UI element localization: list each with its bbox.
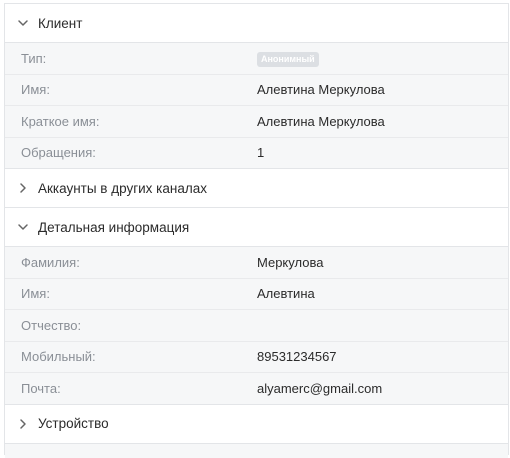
chevron-down-icon — [17, 221, 29, 233]
chevron-right-icon — [17, 418, 29, 430]
field-row-requests: Обращения: 1 — [5, 138, 508, 169]
field-value: Алевтина Меркулова — [257, 113, 385, 129]
section-title-accounts: Аккаунты в других каналах — [38, 180, 207, 196]
field-value: alyamerc@gmail.com — [257, 380, 383, 396]
field-value: Алевтина — [257, 286, 315, 302]
field-row-mobile: Мобильный: 89531234567 — [5, 342, 508, 373]
field-label: Почта: — [21, 380, 61, 396]
field-value: 1 — [257, 145, 265, 161]
section-header-client[interactable]: Клиент — [5, 4, 508, 43]
section-title-client: Клиент — [38, 15, 83, 31]
section-body-details: Фамилия: Меркулова Имя: Алевтина Отчеств… — [5, 247, 508, 405]
field-row-short-name: Краткое имя: Алевтина Меркулова — [5, 106, 508, 138]
panel-bottom-strip — [5, 443, 508, 458]
field-value: 89531234567 — [257, 349, 337, 365]
field-label: Обращения: — [21, 145, 96, 161]
field-label: Имя: — [21, 286, 50, 302]
field-row-email: Почта: alyamerc@gmail.com — [5, 373, 508, 405]
field-row-name: Имя: Алевтина Меркулова — [5, 75, 508, 106]
field-label: Фамилия: — [21, 254, 80, 270]
field-label: Имя: — [21, 82, 50, 98]
field-row-surname: Фамилия: Меркулова — [5, 247, 508, 279]
client-info-panel: Клиент Тип: Анонимный Имя: Алевтина Мерк… — [4, 3, 509, 458]
section-title-device: Устройство — [38, 416, 109, 431]
chevron-right-icon — [17, 182, 29, 194]
field-value: Алевтина Меркулова — [257, 82, 385, 98]
section-header-details[interactable]: Детальная информация — [5, 208, 508, 247]
field-label: Мобильный: — [21, 349, 96, 365]
anonymous-badge: Анонимный — [257, 51, 319, 67]
field-label: Отчество: — [21, 317, 82, 333]
section-header-device[interactable]: Устройство — [5, 404, 508, 444]
field-row-patronymic: Отчество: — [5, 310, 508, 342]
section-title-details: Детальная информация — [38, 219, 190, 235]
field-label: Краткое имя: — [21, 113, 100, 129]
field-value: Анонимный — [257, 50, 319, 67]
section-header-accounts[interactable]: Аккаунты в других каналах — [5, 169, 508, 208]
field-row-first-name: Имя: Алевтина — [5, 279, 508, 310]
chevron-down-icon — [17, 17, 29, 29]
field-label: Тип: — [21, 50, 47, 66]
section-body-client: Тип: Анонимный Имя: Алевтина Меркулова К… — [5, 43, 508, 169]
field-row-type: Тип: Анонимный — [5, 43, 508, 75]
field-value: Меркулова — [257, 254, 324, 270]
